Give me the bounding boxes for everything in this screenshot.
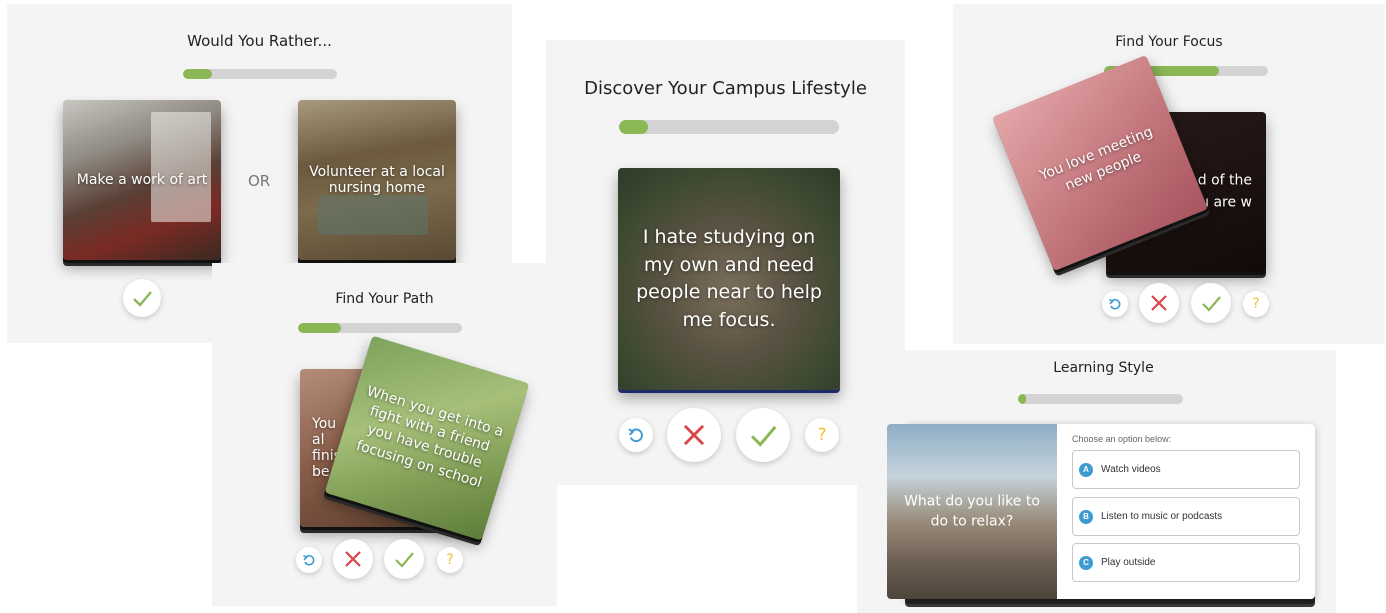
help-button[interactable]: ? [1243,291,1269,317]
option-card-a[interactable]: Make a work of art [63,100,221,260]
option-play-outside[interactable]: C Play outside [1072,543,1300,582]
help-button[interactable]: ? [437,547,463,573]
undo-icon [628,428,643,442]
progress-fill [183,69,213,79]
option-card-b[interactable]: Volunteer at a local nursing home [298,100,456,260]
option-listen-music[interactable]: B Listen to music or podcasts [1072,497,1300,536]
options-prompt: Choose an option below: [1072,434,1172,444]
question-icon: ? [446,552,454,568]
swipe-card-text: You love meeting new people [1037,123,1156,194]
find-your-path-panel: Find Your Path You al finis be When you … [212,263,557,606]
progress-bar [1018,394,1183,404]
reject-button[interactable] [667,408,721,462]
progress-fill [1018,394,1027,404]
check-icon [395,552,414,568]
close-icon [683,424,705,446]
option-badge: C [1079,555,1093,570]
option-label: Listen to music or podcasts [1101,511,1223,522]
option-badge: A [1079,462,1093,477]
accept-button[interactable] [736,408,790,462]
close-icon [345,551,361,567]
help-button[interactable]: ? [805,418,839,452]
panel-title: Learning Style [1053,360,1154,376]
undo-button[interactable] [296,547,322,573]
panel-title: Find Your Focus [1115,34,1223,50]
learning-style-panel: Learning Style What do you like to do to… [857,350,1336,613]
progress-bar [619,120,839,134]
accept-button[interactable] [384,539,424,579]
options-area: Choose an option below: A Watch videos B… [1057,424,1315,599]
option-card-b-text: Volunteer at a local nursing home [309,164,445,196]
panel-title: Would You Rather... [187,32,332,50]
close-icon [1151,295,1167,311]
campus-lifestyle-panel: Discover Your Campus Lifestyle I hate st… [546,40,905,485]
option-watch-videos[interactable]: A Watch videos [1072,450,1300,489]
option-label: Play outside [1101,557,1156,568]
panel-title: Find Your Path [335,291,434,307]
swipe-card-text: When you get into a fight with a friend … [354,383,506,491]
panel-title: Discover Your Campus Lifestyle [584,78,867,99]
reject-button[interactable] [1139,283,1179,323]
progress-fill [298,323,341,333]
progress-bar [298,323,462,333]
swipe-card-text: I hate studying on my own and need peopl… [636,225,822,331]
progress-fill [619,120,648,134]
undo-icon [1109,298,1121,310]
undo-button[interactable] [1102,291,1128,317]
swipe-card[interactable]: I hate studying on my own and need peopl… [618,168,840,390]
accept-button[interactable] [1191,283,1231,323]
undo-icon [303,554,315,566]
question-card: What do you like to do to relax? Choose … [887,424,1315,599]
find-your-focus-panel: Find Your Focus d of the u are w You lov… [953,4,1385,344]
reject-button[interactable] [333,539,373,579]
undo-button[interactable] [619,418,653,452]
question-icon: ? [817,425,827,445]
accept-button[interactable] [123,279,161,317]
question-icon: ? [1252,296,1260,312]
question-image: What do you like to do to relax? [887,424,1057,599]
option-card-a-text: Make a work of art [76,172,208,188]
check-icon [1202,296,1221,312]
option-label: Watch videos [1101,464,1161,475]
progress-bar [183,69,337,79]
question-text: What do you like to do to relax? [904,493,1040,530]
check-icon [133,291,152,307]
or-label: OR [248,172,271,190]
option-badge: B [1079,509,1093,524]
check-icon [751,425,777,447]
